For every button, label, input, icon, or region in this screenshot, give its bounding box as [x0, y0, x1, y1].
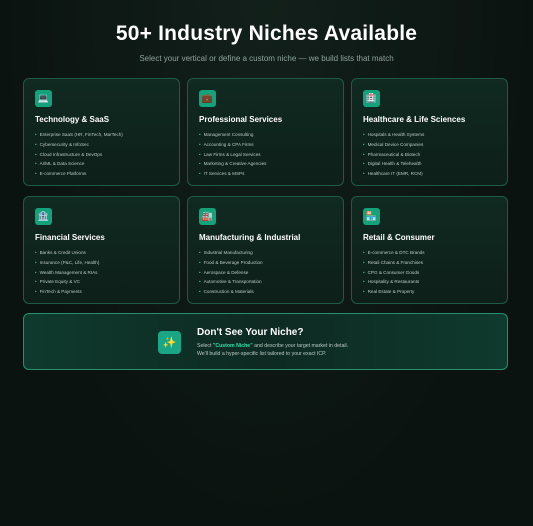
custom-niche-banner[interactable]: ✨ Don't See Your Niche? Select "Custom N… — [23, 313, 508, 370]
list-item: Pharmaceutical & Biotech — [363, 150, 496, 160]
page-subtitle: Select your vertical or define a custom … — [139, 54, 394, 63]
list-item: E-commerce Platforms — [35, 169, 168, 179]
niche-list: Management Consulting Accounting & CPA F… — [199, 130, 332, 179]
page-header: 50+ Industry Niches Available Select you… — [0, 0, 533, 63]
list-item: CPG & Consumer Goods — [363, 268, 496, 278]
niche-list: Industrial Manufacturing Food & Beverage… — [199, 248, 332, 297]
banner-line-1-suffix: and describe your target market in detai… — [252, 343, 349, 349]
list-item: E-commerce & DTC Brands — [363, 248, 496, 258]
niche-list: Banks & Credit Unions Insurance (P&C, Li… — [35, 248, 168, 297]
card-title: Professional Services — [199, 115, 283, 124]
list-item: Wealth Management & RIAs — [35, 268, 168, 278]
list-item: Hospitality & Restaurants — [363, 277, 496, 287]
bank-icon: 🏦 — [35, 208, 52, 225]
list-item: Cybersecurity & InfoSec — [35, 140, 168, 150]
card-title: Financial Services — [35, 233, 105, 242]
banner-line-1-prefix: Select — [197, 343, 213, 349]
banner-title: Don't See Your Niche? — [197, 327, 304, 338]
list-item: Aerospace & Defense — [199, 268, 332, 278]
sparkles-icon: ✨ — [158, 331, 181, 354]
list-item: Insurance (P&C, Life, Health) — [35, 258, 168, 268]
list-item: Industrial Manufacturing — [199, 248, 332, 258]
niche-card-technology[interactable]: 💻 Technology & SaaS Enterprise SaaS (HR,… — [23, 78, 180, 186]
list-item: Banks & Credit Unions — [35, 248, 168, 258]
list-item: Digital Health & Telehealth — [363, 159, 496, 169]
custom-niche-highlight: "Custom Niche" — [212, 343, 253, 349]
niche-card-retail[interactable]: 🏪 Retail & Consumer E-commerce & DTC Bra… — [351, 196, 508, 304]
banner-line-1: Select "Custom Niche" and describe your … — [197, 342, 348, 350]
banner-line-2: We'll build a hyper-specific list tailor… — [197, 351, 327, 357]
niche-card-professional-services[interactable]: 💼 Professional Services Management Consu… — [187, 78, 344, 186]
niche-card-financial-services[interactable]: 🏦 Financial Services Banks & Credit Unio… — [23, 196, 180, 304]
list-item: Hospitals & Health Systems — [363, 130, 496, 140]
list-item: IT Services & MSPs — [199, 169, 332, 179]
card-title: Technology & SaaS — [35, 115, 110, 124]
list-item: Law Firms & Legal Services — [199, 150, 332, 160]
niche-list: E-commerce & DTC Brands Retail Chains & … — [363, 248, 496, 297]
list-item: Medical Device Companies — [363, 140, 496, 150]
list-item: Cloud Infrastructure & DevOps — [35, 150, 168, 160]
list-item: FinTech & Payments — [35, 287, 168, 297]
list-item: Healthcare IT (EMR, RCM) — [363, 169, 496, 179]
niche-card-healthcare[interactable]: 🏥 Healthcare & Life Sciences Hospitals &… — [351, 78, 508, 186]
storefront-icon: 🏪 — [363, 208, 380, 225]
list-item: Management Consulting — [199, 130, 332, 140]
list-item: Real Estate & Property — [363, 287, 496, 297]
niche-grid: 💻 Technology & SaaS Enterprise SaaS (HR,… — [23, 78, 508, 304]
list-item: Food & Beverage Production — [199, 258, 332, 268]
niche-list: Enterprise SaaS (HR, FinTech, MarTech) C… — [35, 130, 168, 179]
list-item: Retail Chains & Franchises — [363, 258, 496, 268]
list-item: Private Equity & VC — [35, 277, 168, 287]
page-title: 50+ Industry Niches Available — [115, 22, 418, 45]
factory-icon: 🏭 — [199, 208, 216, 225]
card-title: Manufacturing & Industrial — [199, 233, 301, 242]
niche-card-manufacturing[interactable]: 🏭 Manufacturing & Industrial Industrial … — [187, 196, 344, 304]
laptop-icon: 💻 — [35, 90, 52, 107]
hospital-icon: 🏥 — [363, 90, 380, 107]
briefcase-icon: 💼 — [199, 90, 216, 107]
card-title: Retail & Consumer — [363, 233, 435, 242]
niche-list: Hospitals & Health Systems Medical Devic… — [363, 130, 496, 179]
list-item: Construction & Materials — [199, 287, 332, 297]
list-item: AI/ML & Data Science — [35, 159, 168, 169]
list-item: Marketing & Creative Agencies — [199, 159, 332, 169]
list-item: Accounting & CPA Firms — [199, 140, 332, 150]
list-item: Enterprise SaaS (HR, FinTech, MarTech) — [35, 130, 168, 140]
card-title: Healthcare & Life Sciences — [363, 115, 466, 124]
banner-text: Don't See Your Niche? Select "Custom Nic… — [197, 327, 348, 358]
list-item: Automotive & Transportation — [199, 277, 332, 287]
